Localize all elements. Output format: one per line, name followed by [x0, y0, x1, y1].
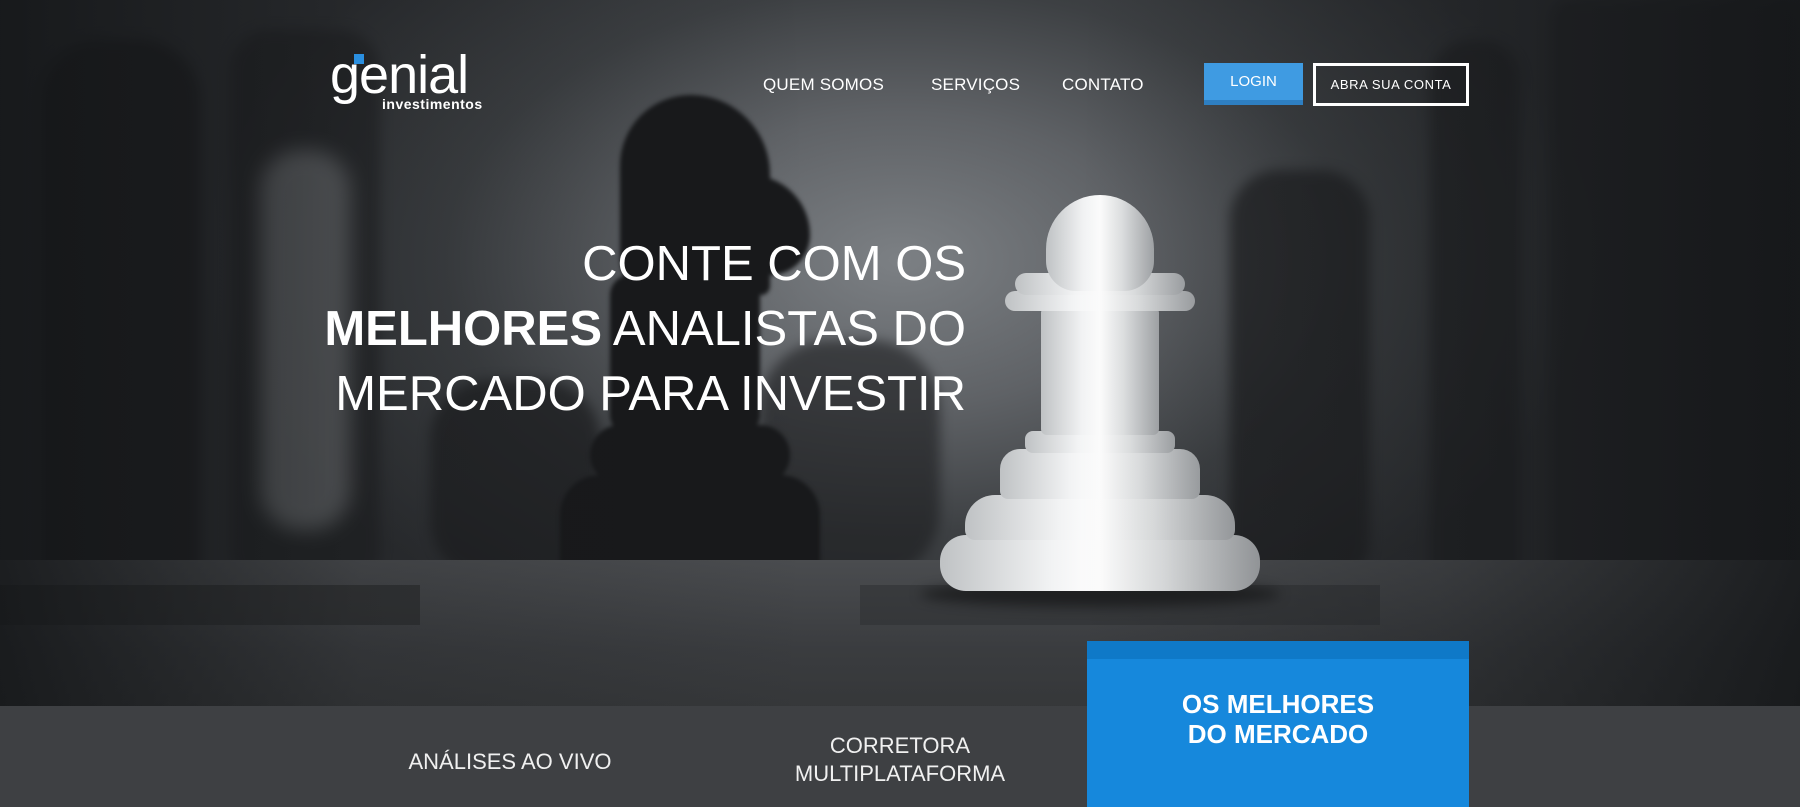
hero-headline-emphasis: MELHORES [324, 302, 603, 356]
hero-headline-line3: MERCADO PARA INVESTIR [335, 367, 966, 421]
brand-logo-tagline: investimentos [382, 96, 483, 112]
hero-headline-line2: MELHORES ANALISTAS DO [324, 297, 966, 362]
login-button[interactable]: LOGIN [1204, 63, 1303, 105]
open-account-button[interactable]: ABRA SUA CONTA [1313, 63, 1469, 106]
feature-2-line2: MULTIPLATAFORMA [794, 761, 1006, 786]
feature-analises-ao-vivo[interactable]: ANÁLISES AO VIVO [380, 748, 640, 776]
nav-contato[interactable]: CONTATO [1062, 75, 1144, 95]
nav-quem-somos[interactable]: QUEM SOMOS [763, 75, 884, 95]
callout-line1: OS MELHORES [1181, 689, 1375, 719]
hero-headline: CONTE COM OS MELHORES ANALISTAS DO MERCA… [324, 232, 966, 427]
hero-headline-line2-rest: ANALISTAS DO [602, 302, 966, 356]
feature-corretora-multiplataforma[interactable]: CORRETORA MULTIPLATAFORMA [760, 732, 1040, 788]
brand-logo[interactable]: genial investimentos [330, 45, 500, 120]
nav-servicos[interactable]: SERVIÇOS [931, 75, 1020, 95]
feature-2-line1: CORRETORA [829, 733, 971, 758]
brand-logo-accent [354, 54, 364, 64]
callout-melhores-do-mercado[interactable]: OS MELHORES DO MERCADO [1087, 641, 1469, 807]
hero-headline-line1: CONTE COM OS [582, 237, 966, 291]
callout-line2: DO MERCADO [1187, 719, 1369, 749]
callout-text: OS MELHORES DO MERCADO [1087, 689, 1469, 749]
